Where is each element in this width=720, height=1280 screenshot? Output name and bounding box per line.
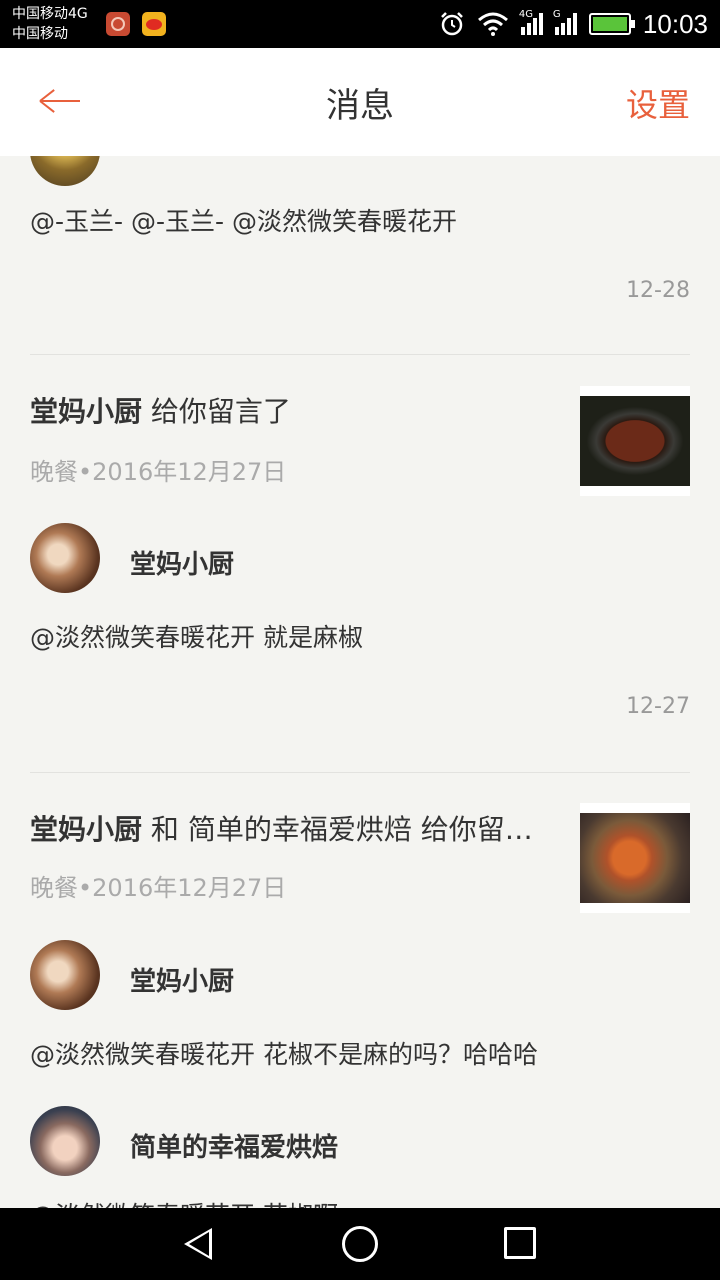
system-nav-bar xyxy=(0,1208,720,1280)
headline-action: 和 简单的幸福爱烘焙 给你留言了 xyxy=(150,813,560,846)
divider xyxy=(30,354,690,355)
message-time: 12-27 xyxy=(626,694,690,719)
avatar[interactable] xyxy=(30,523,100,593)
status-icons: 4G G 10:03 xyxy=(439,0,708,48)
message-headline: 堂妈小厨 给你留言了 xyxy=(30,390,560,430)
divider xyxy=(30,772,690,773)
headline-action: 给你留言了 xyxy=(150,395,291,428)
carrier-info: 中国移动4G 中国移动 xyxy=(12,4,88,44)
message-time: 12-28 xyxy=(626,278,690,303)
nav-back-icon[interactable] xyxy=(184,1228,212,1260)
status-bar: 中国移动4G 中国移动 4G G 10:03 xyxy=(0,0,720,48)
headline-author[interactable]: 堂妈小厨 xyxy=(30,813,142,846)
carrier-line-2: 中国移动 xyxy=(12,26,68,42)
carrier-line-1: 中国移动4G xyxy=(12,6,88,22)
battery-icon xyxy=(588,13,635,35)
wifi-icon xyxy=(477,12,508,36)
app-header: 消息 设置 xyxy=(0,48,720,156)
reply-text: @淡然微笑春暖花开 就是麻椒 xyxy=(30,623,363,652)
headline-author[interactable]: 堂妈小厨 xyxy=(30,395,142,428)
recipe-meta: 晚餐•2016年12月27日 xyxy=(30,874,287,902)
avatar[interactable] xyxy=(30,1106,100,1176)
weibo-notification-icon xyxy=(142,12,166,36)
signal-icon: 4G xyxy=(519,9,543,35)
network-type-2: G xyxy=(552,9,561,20)
recipe-meta: 晚餐•2016年12月27日 xyxy=(30,458,287,486)
alarm-icon xyxy=(441,12,463,36)
recipe-thumbnail[interactable] xyxy=(580,803,690,913)
avatar[interactable] xyxy=(30,940,100,1010)
reply-author[interactable]: 简单的幸福爱烘焙 xyxy=(130,1127,338,1164)
app-notification-icon xyxy=(106,12,130,36)
nav-home-icon[interactable] xyxy=(342,1226,378,1262)
settings-button[interactable]: 设置 xyxy=(626,80,690,126)
reply-author[interactable]: 堂妈小厨 xyxy=(130,544,234,581)
clock: 10:03 xyxy=(642,8,708,39)
network-type-1: 4G xyxy=(518,9,534,20)
signal-icon-2: G xyxy=(553,9,577,35)
message-list[interactable]: @-玉兰- @-玉兰- @淡然微笑春暖花开 12-28 堂妈小厨 给你留言了 晚… xyxy=(0,156,720,1208)
message-headline: 堂妈小厨 和 简单的幸福爱烘焙 给你留言了 xyxy=(30,808,560,848)
reply-text: @淡然微笑春暖花开 花椒啊 xyxy=(30,1196,338,1208)
nav-recent-icon[interactable] xyxy=(504,1227,536,1259)
recipe-thumbnail[interactable] xyxy=(580,386,690,496)
page-title: 消息 xyxy=(326,86,394,126)
avatar[interactable] xyxy=(30,156,100,186)
message-text: @-玉兰- @-玉兰- @淡然微笑春暖花开 xyxy=(30,207,457,236)
reply-author[interactable]: 堂妈小厨 xyxy=(130,961,234,998)
reply-text: @淡然微笑春暖花开 花椒不是麻的吗？哈哈哈 xyxy=(30,1040,538,1069)
